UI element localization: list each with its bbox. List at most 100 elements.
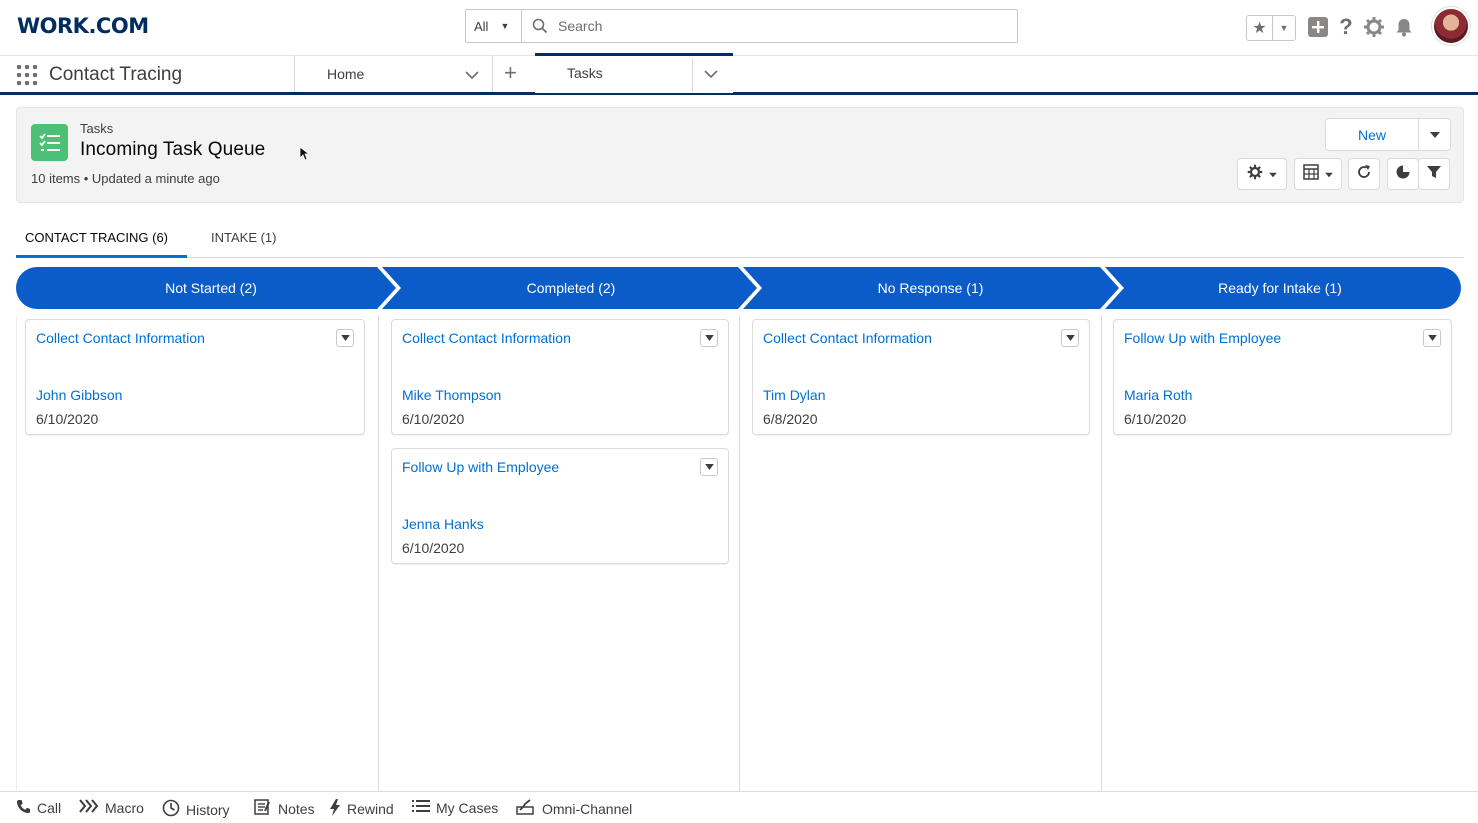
task-card[interactable]: Collect Contact Information Mike Thompso…	[391, 319, 729, 435]
utility-item-label: My Cases	[436, 799, 499, 816]
omni-channel-icon	[516, 799, 536, 818]
card-menu-button[interactable]	[1061, 329, 1079, 347]
nav-divider	[294, 55, 295, 92]
app-launcher-icon[interactable]	[17, 65, 37, 85]
search-scope-label: All	[474, 18, 489, 34]
lightning-icon	[329, 799, 341, 819]
column-divider	[1101, 316, 1102, 791]
column-label: Ready for Intake (1)	[1218, 280, 1342, 296]
utility-item-rewind[interactable]: Rewind	[329, 799, 394, 819]
object-label: Tasks	[80, 121, 114, 136]
bell-icon[interactable]	[1392, 15, 1416, 39]
chevron-down-icon	[1325, 165, 1333, 183]
due-date: 6/10/2020	[36, 411, 99, 427]
kanban-board: Not Started (2) Completed (2) No Respons…	[16, 266, 1462, 791]
global-search: All ▼	[465, 9, 1018, 43]
new-button[interactable]: New	[1326, 119, 1419, 150]
refresh-icon	[1356, 164, 1372, 185]
utility-item-omni-channel[interactable]: Omni-Channel	[516, 799, 632, 818]
utility-item-label: Omni-Channel	[542, 800, 633, 817]
list-settings-button[interactable]	[1237, 158, 1287, 190]
filter-icon	[1426, 164, 1442, 185]
tab-contact-tracing[interactable]: CONTACT TRACING (6)	[25, 230, 168, 245]
utility-item-macro[interactable]: Macro	[79, 799, 144, 816]
favorites-group: ★ ▼	[1246, 15, 1296, 41]
tab-intake[interactable]: INTAKE (1)	[211, 230, 277, 245]
chevron-down-icon: ▼	[500, 21, 510, 31]
column-divider	[16, 316, 17, 791]
app-name: Contact Tracing	[49, 64, 183, 85]
contact-link[interactable]: John Gibbson	[36, 387, 122, 403]
avatar[interactable]	[1432, 7, 1470, 45]
add-tab-icon[interactable]: +	[504, 62, 517, 84]
task-subject-link[interactable]: Follow Up with Employee	[402, 459, 559, 475]
star-icon[interactable]: ★	[1247, 16, 1273, 40]
list-icon	[412, 799, 430, 816]
search-input[interactable]	[558, 10, 1017, 42]
column-label: Completed (2)	[526, 280, 616, 296]
nav-divider	[692, 58, 693, 92]
contact-link[interactable]: Mike Thompson	[402, 387, 501, 403]
filter-button[interactable]	[1418, 158, 1450, 190]
kanban-group-tabs: CONTACT TRACING (6) INTAKE (1)	[16, 224, 1464, 258]
list-meta: 10 items • Updated a minute ago	[31, 171, 220, 186]
search-icon	[522, 10, 558, 42]
task-card[interactable]: Collect Contact Information John Gibbson…	[25, 319, 365, 435]
utility-item-label: Rewind	[347, 801, 394, 817]
contact-link[interactable]: Jenna Hanks	[402, 516, 484, 532]
refresh-button[interactable]	[1348, 158, 1380, 190]
new-button-group: New	[1325, 118, 1451, 151]
column-divider	[739, 316, 740, 791]
task-subject-link[interactable]: Follow Up with Employee	[1124, 330, 1281, 346]
tab-tasks[interactable]: Tasks	[535, 53, 733, 93]
help-icon[interactable]: ?	[1334, 14, 1358, 39]
notes-icon	[254, 799, 272, 818]
task-card[interactable]: Follow Up with Employee Maria Roth 6/10/…	[1113, 319, 1452, 435]
table-icon	[1303, 163, 1319, 185]
chevron-down-icon[interactable]	[464, 67, 480, 85]
card-menu-button[interactable]	[336, 329, 354, 347]
task-list-icon	[31, 124, 68, 161]
global-actions-icon[interactable]	[1306, 15, 1330, 39]
due-date: 6/10/2020	[402, 540, 465, 556]
utility-item-label: Notes	[278, 800, 315, 817]
task-card[interactable]: Follow Up with Employee Jenna Hanks 6/10…	[391, 448, 729, 564]
tab-tasks-label: Tasks	[567, 65, 603, 81]
chevron-down-icon[interactable]: ▼	[1273, 16, 1295, 40]
display-as-button[interactable]	[1294, 158, 1342, 190]
card-menu-button[interactable]	[700, 329, 718, 347]
task-card[interactable]: Collect Contact Information Tim Dylan 6/…	[752, 319, 1090, 435]
contact-link[interactable]: Maria Roth	[1124, 387, 1192, 403]
task-subject-link[interactable]: Collect Contact Information	[402, 330, 571, 346]
column-divider	[378, 316, 379, 791]
chevron-down-icon[interactable]	[703, 66, 719, 84]
charts-button[interactable]	[1387, 158, 1419, 190]
column-label: Not Started (2)	[165, 280, 257, 296]
card-menu-button[interactable]	[700, 458, 718, 476]
list-view-header: Tasks Incoming Task Queue 10 items • Upd…	[16, 107, 1464, 203]
due-date: 6/10/2020	[1124, 411, 1187, 427]
mouse-cursor-icon	[299, 146, 311, 166]
utility-bar: Call Macro History Notes Rewind My Cases	[0, 791, 1478, 823]
page-title[interactable]: Incoming Task Queue	[80, 139, 265, 161]
search-scope-select[interactable]: All ▼	[466, 10, 522, 42]
utility-item-call[interactable]: Call	[16, 799, 61, 817]
utility-item-notes[interactable]: Notes	[254, 799, 315, 818]
tab-home[interactable]: Home	[327, 55, 364, 92]
history-icon	[162, 799, 180, 820]
column-label: No Response (1)	[877, 280, 984, 296]
gear-icon[interactable]	[1362, 15, 1386, 39]
chevron-down-icon	[1269, 165, 1277, 183]
contact-link[interactable]: Tim Dylan	[763, 387, 826, 403]
utility-item-history[interactable]: History	[162, 799, 230, 820]
task-subject-link[interactable]: Collect Contact Information	[763, 330, 932, 346]
gear-icon	[1247, 164, 1263, 185]
due-date: 6/10/2020	[402, 411, 465, 427]
utility-item-my-cases[interactable]: My Cases	[412, 799, 498, 816]
chevron-down-icon[interactable]	[1419, 119, 1450, 150]
global-header: WORK.COM All ▼ ★ ▼ ?	[0, 0, 1478, 55]
task-subject-link[interactable]: Collect Contact Information	[36, 330, 205, 346]
pie-chart-icon	[1395, 164, 1411, 185]
app-logo[interactable]: WORK.COM	[17, 14, 149, 38]
card-menu-button[interactable]	[1423, 329, 1441, 347]
